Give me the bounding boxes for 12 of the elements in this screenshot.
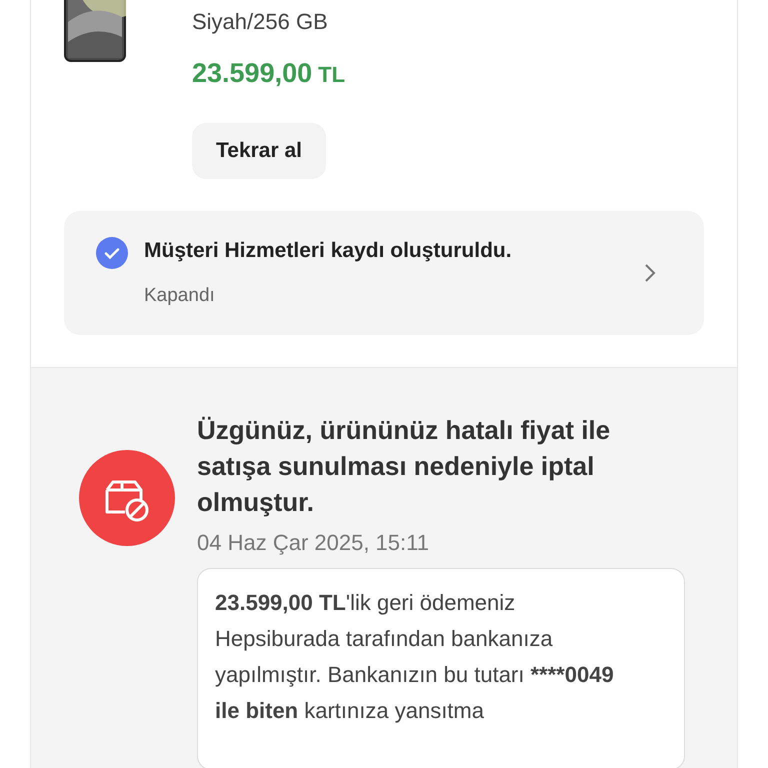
- buy-again-button[interactable]: Tekrar al: [192, 123, 326, 179]
- support-record-card[interactable]: Müşteri Hizmetleri kaydı oluşturuldu. Kapandı: [64, 211, 704, 335]
- cancelled-package-icon: [79, 450, 175, 546]
- check-circle-icon: [96, 237, 128, 269]
- chevron-right-icon: [644, 263, 656, 283]
- support-record-status: Kapandı: [144, 285, 216, 307]
- product-price: 23.599,00 TL: [192, 58, 346, 89]
- support-record-title: Müşteri Hizmetleri kaydı oluşturuldu.: [144, 239, 513, 263]
- cancellation-date: 04 Haz Çar 2025, 15:11: [197, 530, 430, 556]
- cancellation-title: Üzgünüz, ürününüz hatalı fiyat ile satışa sunulması nedeniyle iptal olmuştur.: [197, 414, 612, 519]
- product-variant: Siyah/256 GB: [192, 8, 328, 36]
- refund-message: 23.599,00 TL'lik geri ödemeniz Hepsiburada tarafından bankanıza yapılmıştır. Bankanızın bu tutarı ****0049 ile biten kartınıza yansıtma: [215, 589, 615, 725]
